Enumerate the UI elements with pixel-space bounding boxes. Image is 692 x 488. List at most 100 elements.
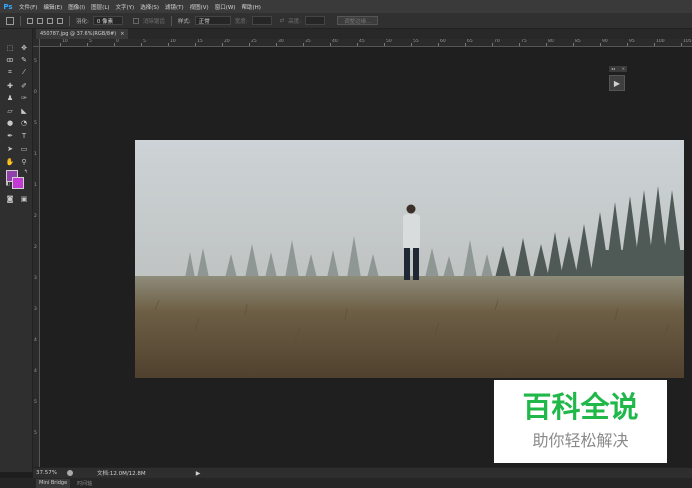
- menu-help[interactable]: 帮助(H): [238, 3, 263, 11]
- subtract-selection-icon[interactable]: [47, 17, 53, 24]
- feather-input[interactable]: 0 像素: [92, 16, 123, 25]
- menu-view[interactable]: 视图(V): [187, 3, 212, 11]
- width-input[interactable]: [251, 16, 272, 25]
- ruler-tick-label: 5: [34, 121, 37, 126]
- style-select[interactable]: 正常: [194, 16, 231, 25]
- document-title: 450787.jpg @ 37.6%(RGB/8#): [40, 31, 117, 37]
- collapsed-panel: ◂◂ × ▶: [609, 66, 627, 94]
- pen-tool-icon[interactable]: ✒: [4, 131, 16, 141]
- default-colors-icon[interactable]: ◧: [2, 179, 14, 189]
- ruler-tick-label: 20: [224, 39, 230, 44]
- menu-file[interactable]: 文件(F): [16, 3, 40, 11]
- refine-edge-button[interactable]: 调整边缘...: [337, 16, 379, 25]
- move-tool-icon[interactable]: ✥: [18, 43, 30, 53]
- feather-label: 羽化:: [76, 18, 89, 25]
- quick-select-tool-icon[interactable]: ✎: [18, 55, 30, 65]
- divider: [170, 15, 172, 26]
- clone-stamp-tool-icon[interactable]: ♟: [4, 93, 16, 103]
- ruler-tick-label: 5: [34, 400, 37, 405]
- watermark-main-text: 百科全说: [522, 390, 639, 425]
- menu-type[interactable]: 文字(Y): [113, 3, 138, 11]
- ruler-tick-label: 25: [251, 39, 257, 44]
- tab-timeline[interactable]: 时间轴: [74, 479, 95, 488]
- add-selection-icon[interactable]: [37, 17, 43, 24]
- width-label: 宽度:: [234, 18, 248, 25]
- horizontal-ruler[interactable]: 10 5 0 5 10 15 20 25 30 35 40 45 50 55 60 65 70 75 80 85 90 9…: [40, 39, 692, 47]
- ruler-tick: [357, 43, 358, 46]
- bottom-panel-tabs: Mini Bridge 时间轴: [0, 478, 692, 488]
- menu-window[interactable]: 窗口(W): [212, 3, 239, 11]
- brush-tool-icon[interactable]: ✐: [18, 81, 30, 91]
- ruler-tick-label: 0: [116, 39, 119, 44]
- rectangle-tool-icon[interactable]: ▭: [18, 144, 30, 154]
- ruler-tick: [681, 43, 682, 46]
- ruler-tick: [87, 43, 88, 46]
- zoom-tool-icon[interactable]: ⚲: [18, 157, 30, 167]
- intersect-selection-icon[interactable]: [57, 17, 63, 24]
- tool-preset-icon[interactable]: [6, 16, 14, 25]
- eraser-tool-icon[interactable]: ▱: [4, 106, 16, 116]
- ruler-tick: [114, 43, 115, 46]
- document-image[interactable]: [135, 140, 684, 378]
- ruler-origin[interactable]: [33, 39, 40, 47]
- menu-select[interactable]: 选择(S): [137, 3, 162, 11]
- eyedropper-tool-icon[interactable]: ⁄: [18, 67, 30, 77]
- status-info-icon[interactable]: [66, 470, 73, 476]
- ruler-tick: [384, 43, 385, 46]
- swap-colors-icon[interactable]: ↰: [20, 167, 32, 177]
- vertical-ruler[interactable]: 5 0 5 1 1 2 2 3 3 4 4 5 5: [33, 47, 40, 467]
- status-bar: 37.57% 文档:12.0M/12.8M ▶: [33, 467, 692, 478]
- close-panel-icon[interactable]: ×: [622, 66, 625, 72]
- blur-tool-icon[interactable]: ●: [4, 118, 16, 128]
- document-tab[interactable]: 450787.jpg @ 37.6%(RGB/8#) ×: [36, 29, 129, 39]
- status-menu-arrow-icon[interactable]: ▶: [196, 470, 201, 477]
- menu-edit[interactable]: 编辑(E): [40, 3, 65, 11]
- crop-tool-icon[interactable]: ⌗: [4, 67, 16, 77]
- marquee-tool-icon[interactable]: ⬚: [4, 43, 16, 53]
- ruler-tick-label: 100: [656, 39, 665, 44]
- close-tab-icon[interactable]: ×: [120, 31, 124, 37]
- tab-mini-bridge[interactable]: Mini Bridge: [36, 478, 71, 488]
- dodge-tool-icon[interactable]: ◔: [18, 118, 30, 128]
- watermark-logo: 百科全说 助你轻松解决: [494, 380, 667, 463]
- ruler-tick-label: 1: [34, 183, 37, 188]
- menu-image[interactable]: 图像(I): [65, 3, 88, 11]
- lasso-tool-icon[interactable]: ꝏ: [4, 55, 16, 65]
- ruler-tick-label: 5: [89, 39, 92, 44]
- menu-filter[interactable]: 滤镜(T): [162, 3, 187, 11]
- antialias-label: 消除锯齿: [142, 18, 165, 25]
- ruler-tick-label: 1: [34, 152, 37, 157]
- paint-bucket-tool-icon[interactable]: ◣: [18, 106, 30, 116]
- height-input[interactable]: [305, 16, 326, 25]
- tools-panel: ⬚ ✥ ꝏ ✎ ⌗ ⁄ ✚ ✐ ♟ ✑ ▱ ◣ ● ◔ ✒ T ➤ ▭ ✋ ⚲ …: [0, 29, 33, 472]
- play-actions-button[interactable]: ▶: [609, 75, 625, 91]
- document-size: 文档:12.0M/12.8M: [96, 471, 146, 477]
- path-select-tool-icon[interactable]: ➤: [4, 144, 16, 154]
- type-tool-icon[interactable]: T: [18, 131, 30, 141]
- healing-tool-icon[interactable]: ✚: [4, 81, 16, 91]
- screen-mode-icon[interactable]: ▣: [18, 194, 30, 204]
- ruler-tick: [600, 43, 601, 46]
- hand-tool-icon[interactable]: ✋: [4, 157, 16, 167]
- style-label: 样式:: [177, 18, 191, 25]
- swap-icon[interactable]: ⇄: [280, 18, 285, 24]
- ruler-tick-label: 5: [143, 39, 146, 44]
- ruler-tick: [573, 43, 574, 46]
- ruler-tick-label: 5: [34, 59, 37, 64]
- collapse-panel-icon[interactable]: ◂◂: [611, 66, 615, 72]
- menu-layer[interactable]: 图层(L): [88, 3, 112, 11]
- zoom-level[interactable]: 37.57%: [36, 470, 57, 476]
- antialias-checkbox[interactable]: [132, 17, 139, 24]
- ruler-tick: [492, 43, 493, 46]
- ruler-tick-label: 50: [386, 39, 392, 44]
- ruler-tick-label: 45: [359, 39, 365, 44]
- ruler-tick: [303, 43, 304, 46]
- document-tab-bar: 450787.jpg @ 37.6%(RGB/8#) ×: [33, 29, 692, 39]
- ruler-tick-label: 80: [548, 39, 554, 44]
- ruler-tick: [60, 43, 61, 46]
- ruler-tick-label: 40: [332, 39, 338, 44]
- quick-mask-icon[interactable]: ◙: [4, 194, 16, 204]
- new-selection-icon[interactable]: [27, 17, 33, 24]
- ruler-tick: [168, 43, 169, 46]
- history-brush-tool-icon[interactable]: ✑: [18, 93, 30, 103]
